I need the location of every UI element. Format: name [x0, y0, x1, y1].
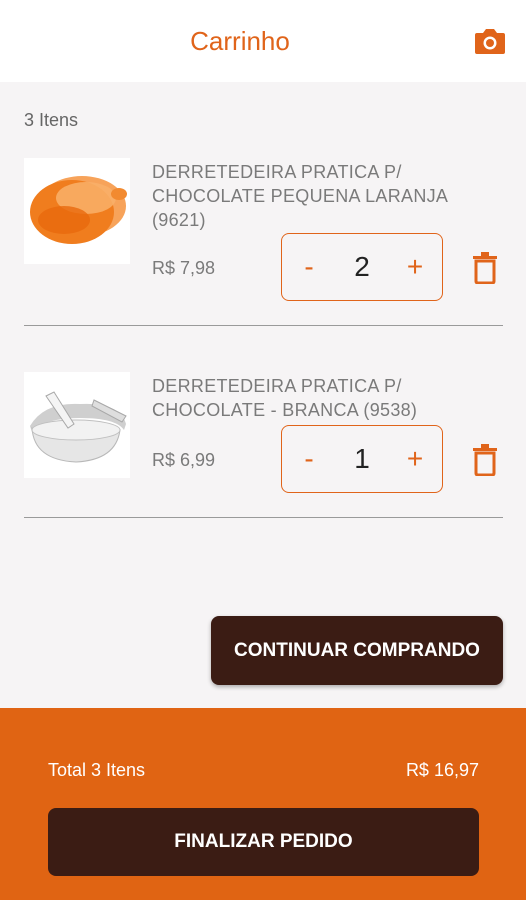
increase-button[interactable]: + [390, 426, 440, 492]
divider [24, 325, 503, 326]
divider [24, 517, 503, 518]
product-price: R$ 6,99 [152, 450, 216, 470]
page-title: Carrinho [190, 26, 290, 56]
item-count: 3 Itens [24, 110, 79, 130]
total-value: R$ 16,97 [405, 760, 479, 780]
product-name: DERRETEDEIRA PRATICA P/ CHOCOLATE - BRAN… [152, 376, 418, 420]
decrease-button[interactable]: - [284, 234, 334, 300]
camera-icon[interactable] [474, 27, 506, 55]
checkout-footer: Total 3 Itens R$ 16,97 FINALIZAR PEDIDO [0, 708, 526, 900]
decrease-button[interactable]: - [284, 426, 334, 492]
trash-icon[interactable] [472, 444, 498, 476]
product-price: R$ 7,98 [152, 258, 216, 278]
continue-shopping-button[interactable]: CONTINUAR COMPRANDO [211, 616, 503, 685]
finish-order-button[interactable]: FINALIZAR PEDIDO [48, 808, 479, 876]
app-header: Carrinho [0, 0, 526, 82]
quantity-value: 1 [354, 443, 370, 474]
quantity-stepper: - 2 + [281, 233, 443, 301]
cart-item: DERRETEDEIRA PRATICA P/ CHOCOLATE PEQUEN… [0, 150, 526, 330]
product-name: DERRETEDEIRA PRATICA P/ CHOCOLATE PEQUEN… [152, 162, 448, 230]
quantity-stepper: - 1 + [281, 425, 443, 493]
quantity-value: 2 [354, 251, 370, 282]
trash-icon[interactable] [472, 252, 498, 284]
white-bowl-image [24, 372, 130, 478]
total-label: Total 3 Itens [48, 760, 146, 780]
orange-bowl-image [24, 158, 130, 264]
cart-item: DERRETEDEIRA PRATICA P/ CHOCOLATE - BRAN… [0, 342, 526, 522]
increase-button[interactable]: + [390, 234, 440, 300]
